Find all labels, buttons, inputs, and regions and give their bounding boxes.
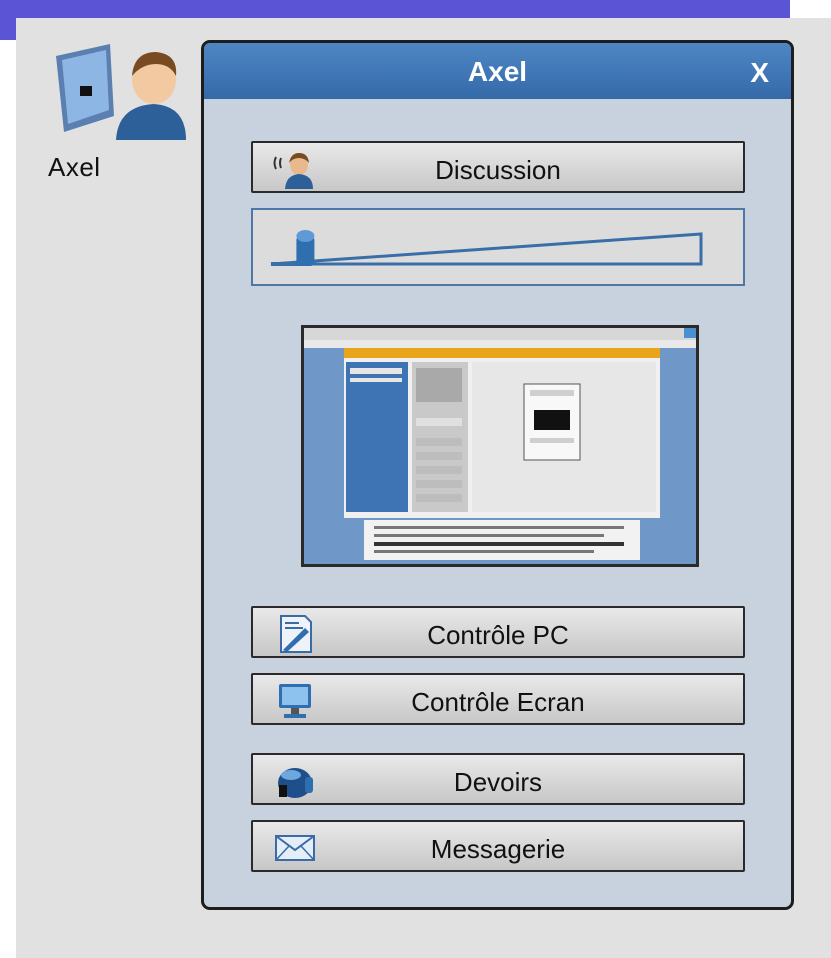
messagerie-label: Messagerie [430, 834, 566, 864]
devoirs-label: Devoirs [453, 767, 543, 797]
controle-pc-label: Contrôle PC [427, 620, 569, 650]
volume-ramp [270, 232, 703, 266]
screen-thumbnail[interactable] [301, 325, 699, 567]
panel-header: Axel X [204, 43, 791, 99]
close-button[interactable]: X [750, 57, 769, 89]
discussion-label: Discussion [435, 155, 561, 185]
user-panel: Axel X Discussion Contrôle PC Contrôle E… [201, 40, 794, 910]
controle-ecran-label: Contrôle Ecran [411, 687, 585, 717]
volume-meter[interactable] [251, 208, 745, 286]
user-computer-icon[interactable] [52, 42, 188, 142]
top-accent-bar [0, 0, 790, 18]
messagerie-button[interactable]: Messagerie [251, 820, 745, 872]
screen-preview-image [304, 328, 696, 564]
controle-ecran-button[interactable]: Contrôle Ecran [251, 673, 745, 725]
top-accent-bar-slant [735, 0, 790, 18]
volume-knob[interactable] [296, 230, 315, 266]
desktop-user-label[interactable]: Axel [48, 152, 101, 183]
panel-title: Axel [467, 56, 528, 87]
volume-slider[interactable] [253, 210, 743, 284]
discussion-button[interactable]: Discussion [251, 141, 745, 193]
top-accent-tab [0, 18, 16, 40]
devoirs-button[interactable]: Devoirs [251, 753, 745, 805]
controle-pc-button[interactable]: Contrôle PC [251, 606, 745, 658]
